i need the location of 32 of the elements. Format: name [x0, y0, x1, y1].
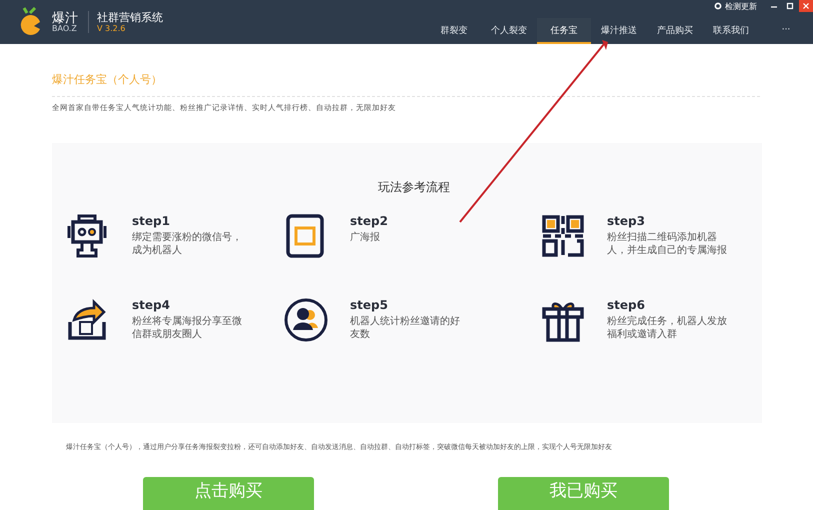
- nav-tab[interactable]: 联系我们: [703, 18, 759, 44]
- maximize-icon: [786, 2, 794, 10]
- step-description: 绑定需要涨粉的微信号，成为机器人: [132, 232, 243, 257]
- close-icon: [802, 2, 810, 10]
- step-title: step3: [607, 214, 646, 228]
- step-description: 粉丝扫描二维码添加机器人，并生成自己的专属海报: [607, 232, 728, 257]
- nav-tab[interactable]: ···: [759, 18, 813, 44]
- step-description: 广海报: [350, 232, 381, 244]
- qr-code-icon: [541, 214, 585, 258]
- people-icon: [284, 298, 328, 342]
- nav-tab[interactable]: 个人裂变: [481, 18, 537, 44]
- product-name: 社群营销系统: [97, 10, 163, 24]
- gear-icon: [714, 2, 722, 10]
- nav-tab[interactable]: 产品购买: [647, 18, 703, 44]
- step-description: 机器人统计粉丝邀请的好友数: [350, 316, 461, 341]
- nav-tab[interactable]: 群裂变: [427, 18, 481, 44]
- flow-title: 玩法参考流程: [377, 179, 451, 196]
- page-title: 爆汁任务宝（个人号）: [52, 72, 163, 88]
- nav-tab[interactable]: 任务宝: [537, 18, 591, 44]
- step-title: step1: [132, 214, 171, 228]
- step-title: step2: [350, 214, 389, 228]
- step-title: step5: [350, 298, 389, 312]
- brand-subtitle: BAO.Z: [52, 24, 78, 32]
- close-button[interactable]: [799, 0, 813, 12]
- step-description: 粉丝将专属海报分享至微信群或朋友圈人: [132, 316, 243, 341]
- step-title: step6: [607, 298, 646, 312]
- step-description: 粉丝完成任务，机器人发放福利或邀请入群: [607, 316, 728, 341]
- version-label: V 3.2.6: [97, 24, 126, 34]
- nav-tab[interactable]: 爆汁推送: [591, 18, 647, 44]
- check-update-button[interactable]: 检测更新: [714, 0, 757, 12]
- brand-name: 爆汁: [52, 12, 78, 24]
- step-title: step4: [132, 298, 171, 312]
